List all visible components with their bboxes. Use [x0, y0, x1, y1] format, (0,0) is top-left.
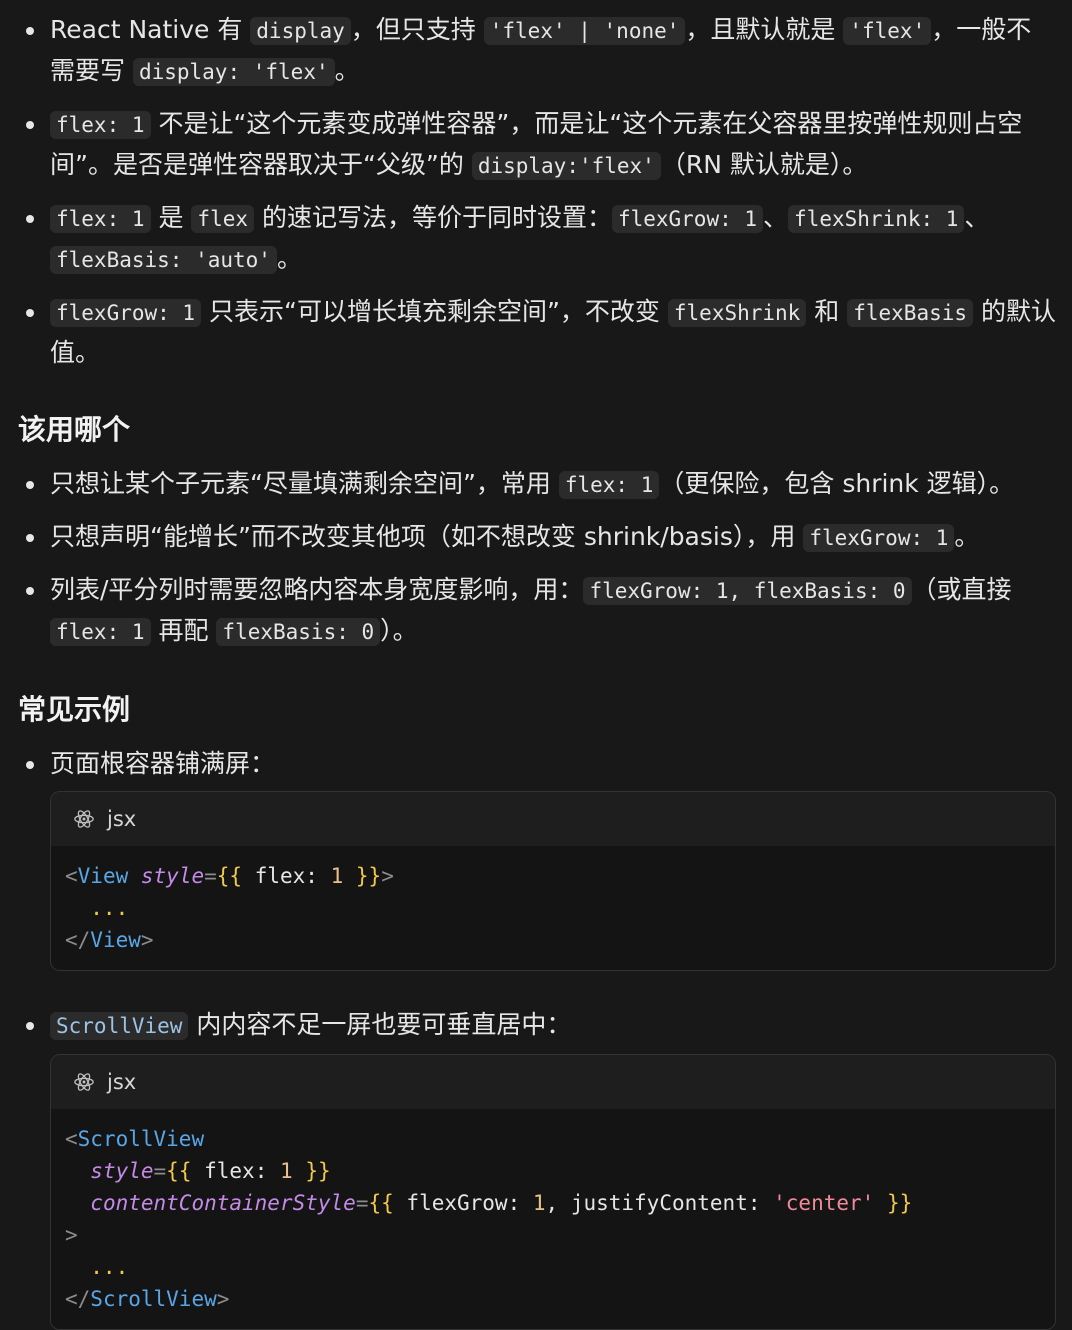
bullet-list-examples: 页面根容器铺满屏： jsx <View style={{ flex: 1 }}>…: [18, 744, 1056, 1330]
code-block-header: jsx: [51, 1055, 1055, 1109]
code-language-label: jsx: [107, 806, 137, 831]
inline-code: flexGrow: 1: [611, 205, 764, 233]
inline-code: flexBasis: [847, 299, 974, 327]
inline-code: flex: [191, 205, 254, 233]
inline-code: flex: 1: [50, 111, 151, 139]
react-atom-icon: [74, 1073, 94, 1091]
list-item: 只想让某个子元素“尽量填满剩余空间”，常用 flex: 1 （更保险，包含 shr…: [18, 464, 1056, 505]
list-item: flex: 1 是 flex 的速记写法，等价于同时设置： flexGrow: 1…: [18, 198, 1056, 280]
list-item: flex: 1 不是让“这个元素变成弹性容器”，而是让“这个元素在父容器里按弹性…: [18, 104, 1056, 186]
section-heading: 该用哪个: [18, 413, 131, 446]
inline-code: ScrollView: [50, 1012, 189, 1040]
inline-code: flexGrow: 1: [803, 524, 955, 552]
code-content: <ScrollView style={{ flex: 1 }} contentC…: [51, 1109, 1055, 1329]
bullet-list-notes: React Native 有 display ，但只支持 'flex' | 'no…: [18, 10, 1056, 372]
list-item: 只想声明“能增长”而不改变其他项（如不想改变 shrink/basis），用 f…: [18, 517, 1056, 558]
list-item: 页面根容器铺满屏： jsx <View style={{ flex: 1 }}>…: [18, 744, 1056, 971]
react-atom-icon: [74, 810, 94, 828]
code-language-label: jsx: [107, 1069, 137, 1094]
inline-code: flexBasis: 0: [216, 618, 381, 646]
inline-code: flexShrink: [667, 299, 807, 327]
section-heading: 常见示例: [18, 693, 131, 726]
inline-code: flex: 1: [50, 205, 151, 233]
list-item: React Native 有 display ，但只支持 'flex' | 'no…: [18, 10, 1056, 92]
list-item: 列表/平分列时需要忽略内容本身宽度影响，用： flexGrow: 1, flexB…: [18, 570, 1056, 652]
inline-code: display:'flex': [471, 152, 661, 180]
chat-message: React Native 有 display ，但只支持 'flex' | 'no…: [0, 10, 1072, 1330]
inline-code: 'flex': [843, 17, 932, 45]
inline-code: flex: 1: [558, 471, 660, 499]
inline-code: display: [250, 17, 351, 45]
list-item: ScrollView 内内容不足一屏也要可垂直居中： jsx <ScrollVi…: [18, 1005, 1056, 1330]
inline-code: 'flex' | 'none': [483, 17, 686, 45]
list-item: flexGrow: 1 只表示“可以增长填充剩余空间”，不改变 flexShri…: [18, 292, 1056, 372]
inline-code: flex: 1: [50, 618, 151, 646]
bullet-list-which: 只想让某个子元素“尽量填满剩余空间”，常用 flex: 1 （更保险，包含 shr…: [18, 464, 1056, 652]
inline-code: flexShrink: 1: [788, 205, 965, 233]
inline-code: flexGrow: 1, flexBasis: 0: [583, 577, 912, 605]
code-block[interactable]: jsx <ScrollView style={{ flex: 1 }} cont…: [50, 1054, 1056, 1330]
code-content: <View style={{ flex: 1 }}> ... </View>: [51, 846, 1055, 970]
inline-code: display: 'flex': [132, 58, 335, 86]
inline-code: flexGrow: 1: [50, 299, 202, 327]
code-block[interactable]: jsx <View style={{ flex: 1 }}> ... </Vie…: [50, 791, 1056, 971]
inline-code: flexBasis: 'auto': [50, 246, 277, 274]
code-block-header: jsx: [51, 792, 1055, 846]
